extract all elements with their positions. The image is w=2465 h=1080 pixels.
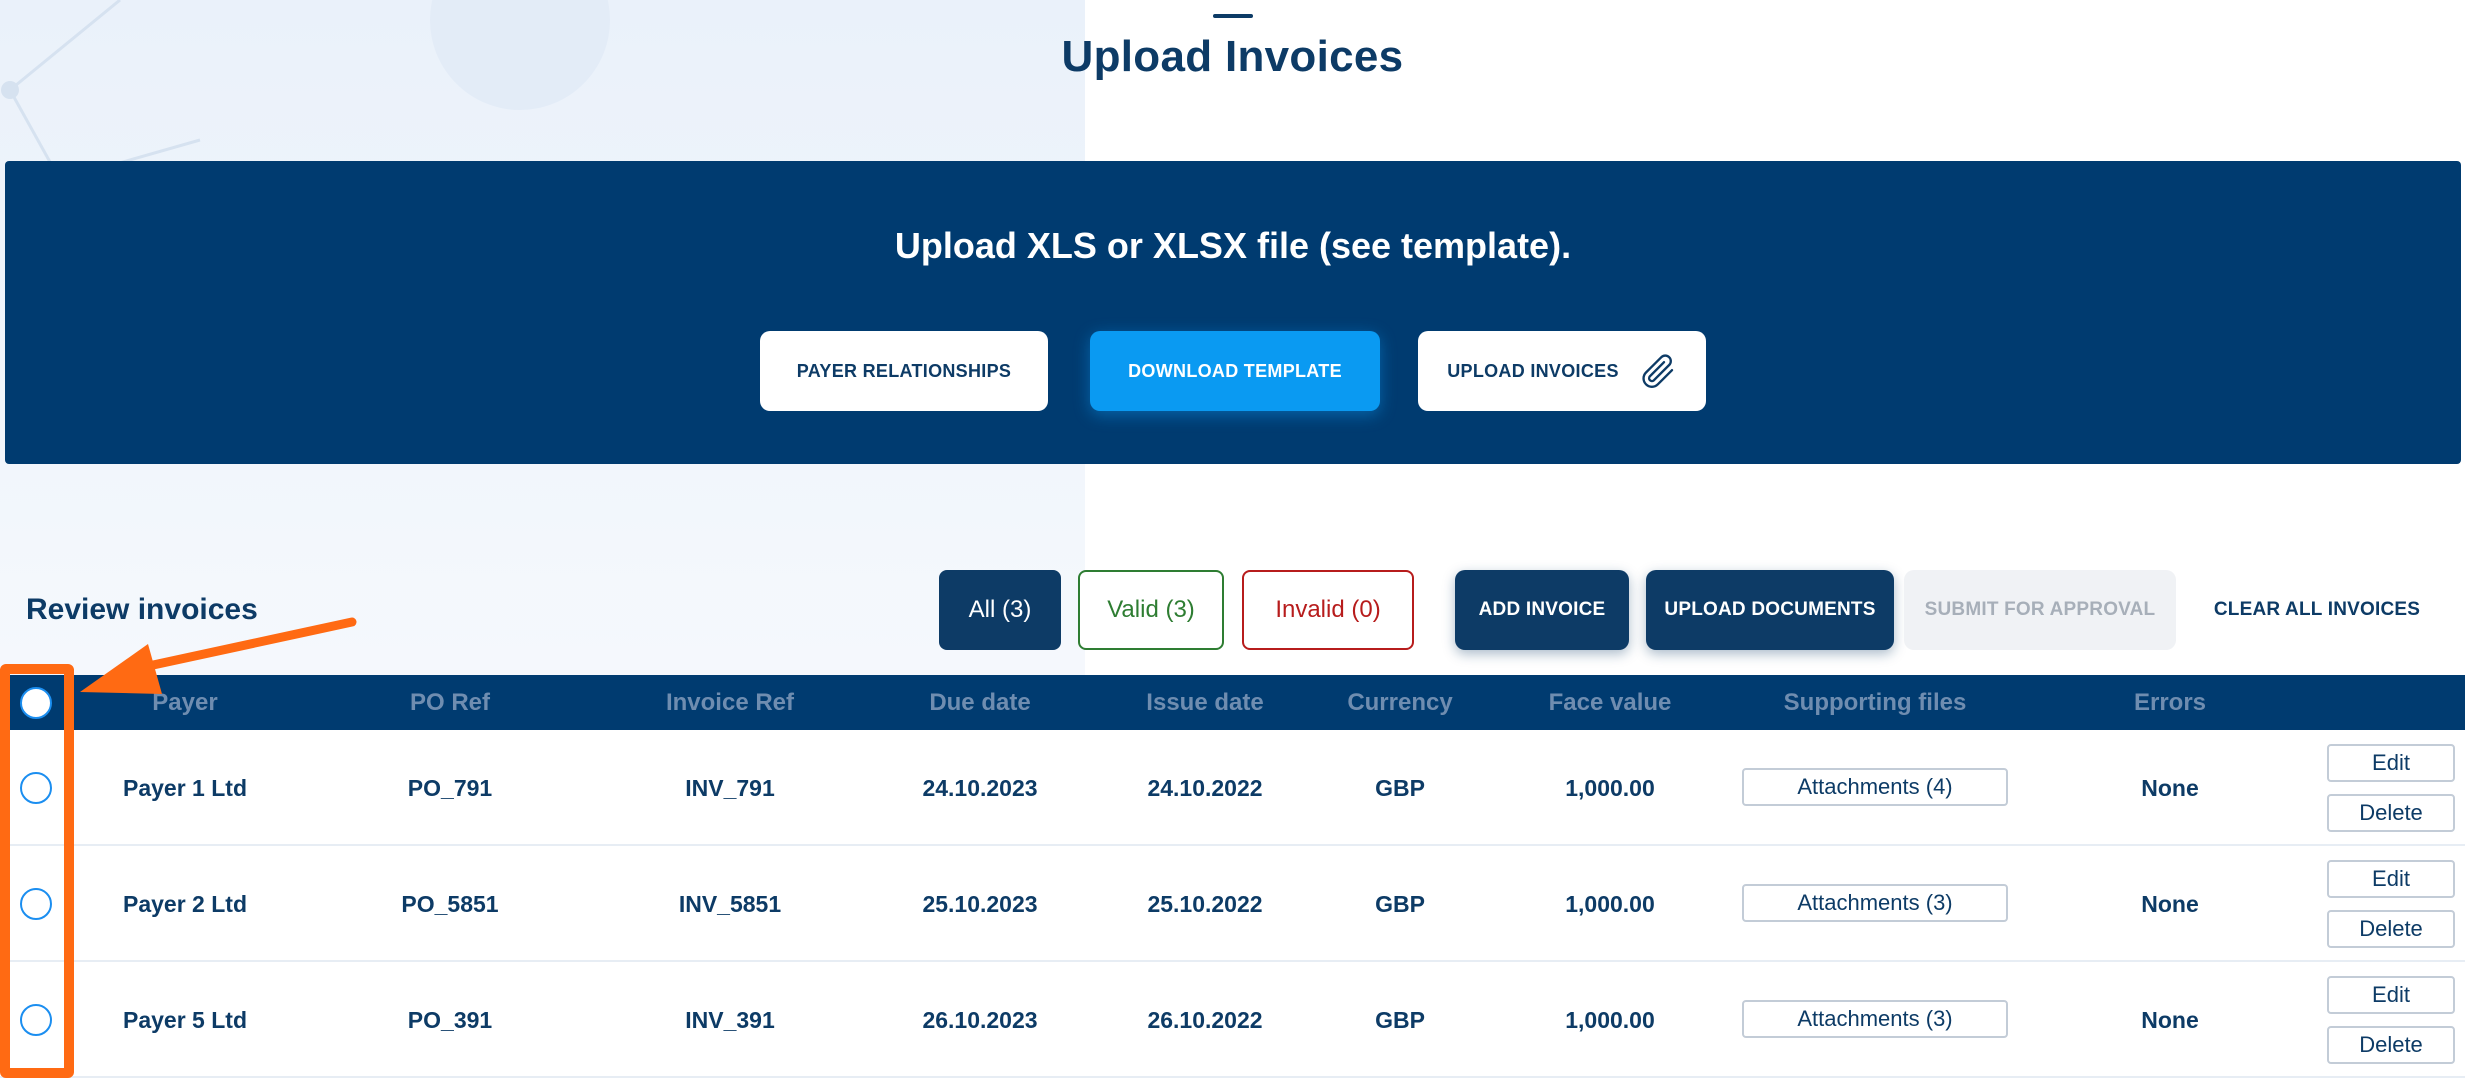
cell-issue-date: 26.10.2022 bbox=[1147, 1007, 1263, 1033]
delete-button[interactable]: Delete bbox=[2327, 794, 2455, 832]
page-title: Upload Invoices bbox=[1061, 32, 1404, 81]
row-select-radio[interactable] bbox=[20, 1004, 52, 1036]
upload-panel: Upload XLS or XLSX file (see template). … bbox=[5, 161, 2461, 464]
cell-face-value: 1,000.00 bbox=[1565, 1007, 1655, 1033]
annotation-arrow-icon bbox=[80, 617, 357, 694]
attachments-button[interactable]: Attachments (3) bbox=[1742, 1000, 2008, 1038]
column-header-due-date: Due date bbox=[929, 689, 1031, 716]
cell-invoice-ref: INV_791 bbox=[685, 775, 775, 801]
cell-face-value: 1,000.00 bbox=[1565, 891, 1655, 917]
column-header-face-value: Face value bbox=[1548, 689, 1672, 716]
filter-all-button[interactable]: All (3) bbox=[939, 570, 1061, 650]
select-all-radio[interactable] bbox=[20, 687, 52, 719]
add-invoice-button[interactable]: ADD INVOICE bbox=[1455, 570, 1629, 650]
upload-heading: Upload XLS or XLSX file (see template). bbox=[894, 225, 1572, 266]
column-header-po-ref: PO Ref bbox=[409, 689, 490, 716]
row-select-radio[interactable] bbox=[20, 888, 52, 920]
cell-errors: None bbox=[2141, 775, 2199, 801]
edit-button[interactable]: Edit bbox=[2327, 860, 2455, 898]
clear-all-invoices-button[interactable]: CLEAR ALL INVOICES bbox=[2194, 570, 2440, 650]
upload-invoices-label: UPLOAD INVOICES bbox=[1447, 360, 1619, 381]
cell-invoice-ref: INV_391 bbox=[685, 1007, 775, 1033]
cell-payer: Payer 1 Ltd bbox=[123, 775, 247, 801]
column-header-currency: Currency bbox=[1347, 689, 1453, 716]
column-header-errors: Errors bbox=[2133, 689, 2207, 716]
cell-issue-date: 24.10.2022 bbox=[1147, 775, 1263, 801]
cell-currency: GBP bbox=[1375, 775, 1425, 801]
table-row: Payer 2 Ltd PO_5851 INV_5851 25.10.2023 … bbox=[0, 846, 2465, 962]
cell-issue-date: 25.10.2022 bbox=[1147, 891, 1263, 917]
delete-button[interactable]: Delete bbox=[2327, 910, 2455, 948]
cell-po-ref: PO_5851 bbox=[401, 891, 499, 917]
cell-currency: GBP bbox=[1375, 891, 1425, 917]
cell-po-ref: PO_391 bbox=[407, 1007, 493, 1033]
payer-relationships-label: PAYER RELATIONSHIPS bbox=[796, 360, 1012, 381]
upload-documents-button[interactable]: UPLOAD DOCUMENTS bbox=[1646, 570, 1894, 650]
cell-face-value: 1,000.00 bbox=[1565, 775, 1655, 801]
payer-relationships-button[interactable]: PAYER RELATIONSHIPS bbox=[760, 331, 1048, 411]
edit-button[interactable]: Edit bbox=[2327, 976, 2455, 1014]
cell-due-date: 24.10.2023 bbox=[922, 775, 1038, 801]
cell-invoice-ref: INV_5851 bbox=[678, 891, 782, 917]
cell-due-date: 26.10.2023 bbox=[922, 1007, 1038, 1033]
submit-for-approval-button[interactable]: SUBMIT FOR APPROVAL bbox=[1904, 570, 2176, 650]
table-row: Payer 5 Ltd PO_391 INV_391 26.10.2023 26… bbox=[0, 962, 2465, 1078]
column-header-supporting-files: Supporting files bbox=[1783, 689, 1967, 716]
cell-currency: GBP bbox=[1375, 1007, 1425, 1033]
title-accent-dash bbox=[1213, 14, 1253, 18]
cell-payer: Payer 5 Ltd bbox=[123, 1007, 247, 1033]
cell-errors: None bbox=[2141, 1007, 2199, 1033]
download-template-label: DOWNLOAD TEMPLATE bbox=[1128, 360, 1342, 381]
edit-button[interactable]: Edit bbox=[2327, 744, 2455, 782]
column-header-issue-date: Issue date bbox=[1146, 689, 1264, 716]
delete-button[interactable]: Delete bbox=[2327, 1026, 2455, 1064]
download-template-button[interactable]: DOWNLOAD TEMPLATE bbox=[1090, 331, 1380, 411]
attachments-button[interactable]: Attachments (3) bbox=[1742, 884, 2008, 922]
paperclip-icon bbox=[1637, 351, 1677, 391]
row-select-radio[interactable] bbox=[20, 772, 52, 804]
table-row: Payer 1 Ltd PO_791 INV_791 24.10.2023 24… bbox=[0, 730, 2465, 846]
cell-po-ref: PO_791 bbox=[407, 775, 493, 801]
filter-valid-button[interactable]: Valid (3) bbox=[1078, 570, 1224, 650]
cell-errors: None bbox=[2141, 891, 2199, 917]
column-header-invoice-ref: Invoice Ref bbox=[665, 689, 795, 716]
upload-invoices-button[interactable]: UPLOAD INVOICES bbox=[1418, 331, 1706, 411]
attachments-button[interactable]: Attachments (4) bbox=[1742, 768, 2008, 806]
cell-payer: Payer 2 Ltd bbox=[123, 891, 247, 917]
filter-invalid-button[interactable]: Invalid (0) bbox=[1242, 570, 1414, 650]
cell-due-date: 25.10.2023 bbox=[922, 891, 1038, 917]
